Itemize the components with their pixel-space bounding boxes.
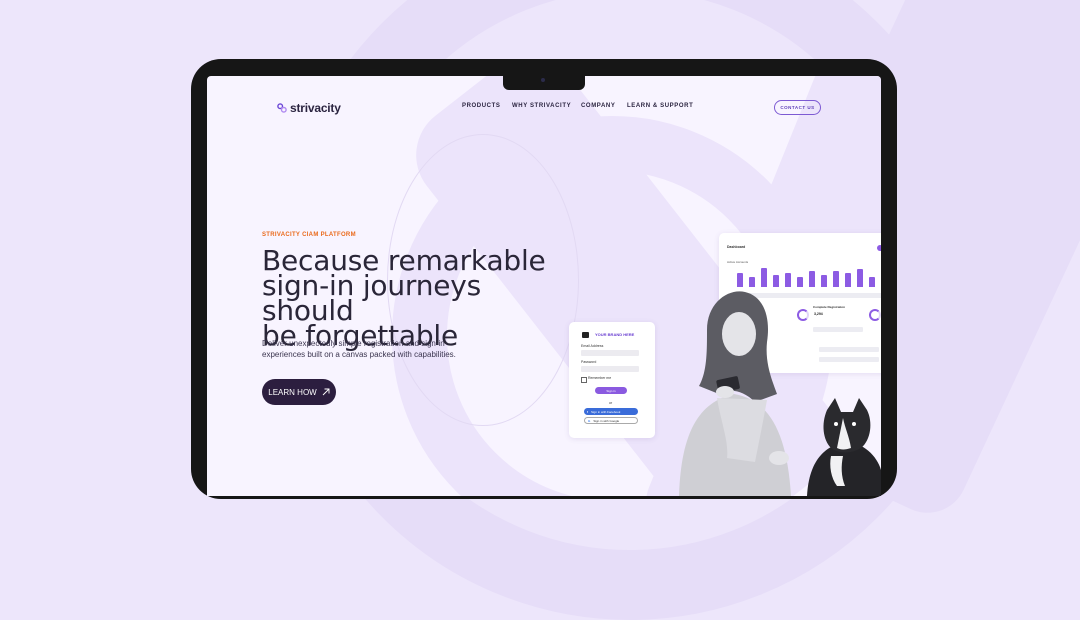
image-placeholder-icon: [582, 332, 589, 338]
arrow-up-right-icon: [322, 388, 330, 396]
headline-line: sign-in journeys should: [262, 269, 482, 327]
nav-products[interactable]: PRODUCTS: [462, 103, 500, 109]
remember-me-checkbox[interactable]: [581, 377, 587, 383]
camera-icon: [541, 78, 545, 82]
chart-bar: [857, 269, 863, 287]
facebook-icon: f: [587, 409, 588, 414]
dashboard-row: [813, 327, 863, 332]
nav-company[interactable]: COMPANY: [581, 103, 615, 109]
contact-us-button[interactable]: CONTACT US: [774, 100, 821, 115]
email-label: Email Address: [581, 344, 604, 348]
brand-placeholder: YOUR BRAND HERE: [595, 332, 635, 337]
nav-why-strivacity[interactable]: WHY STRIVACITY: [512, 103, 571, 109]
site-logo[interactable]: strivacity: [277, 101, 341, 115]
password-field[interactable]: [581, 366, 639, 372]
or-divider: or: [609, 401, 613, 405]
dashboard-row: [819, 347, 879, 352]
dashboard-section-title: Complete Registration: [813, 305, 846, 309]
dashboard-stat: 3,294: [814, 312, 823, 316]
google-signin-label: Sign in with Google: [593, 418, 620, 423]
description-line: experiences built on a canvas packed wit…: [262, 350, 456, 359]
nav-learn-support[interactable]: LEARN & SUPPORT: [627, 103, 693, 109]
remember-me-label: Remember me: [588, 376, 612, 380]
dashboard-title: Dashboard: [727, 245, 746, 249]
dashboard-subtitle: Active Accounts: [727, 260, 749, 264]
logo-text: strivacity: [290, 101, 341, 115]
hero-eyebrow: STRIVACITY CIAM PLATFORM: [262, 232, 356, 238]
chart-bar: [809, 271, 815, 287]
woman-with-card-photo: [679, 291, 791, 496]
hero-description: Deliver unexpectedly simple registration…: [262, 338, 462, 360]
learn-how-label: LEARN HOW: [268, 387, 317, 397]
google-icon: G: [588, 418, 591, 423]
dashboard-donut: [869, 309, 881, 321]
description-line: Deliver unexpectedly simple registration…: [262, 339, 445, 348]
website-screen: strivacity PRODUCTS WHY STRIVACITY COMPA…: [207, 76, 881, 496]
dashboard-avatar: [877, 245, 881, 251]
signin-button[interactable]: Sign in: [595, 387, 627, 394]
strivacity-logo-icon: [277, 103, 287, 113]
dashboard-row: [819, 357, 879, 362]
password-label: Password: [581, 360, 597, 364]
facebook-signin-button[interactable]: f Sign in with Facebook: [584, 408, 638, 415]
chart-bar: [833, 271, 839, 287]
email-field[interactable]: [581, 350, 639, 356]
laptop-notch: [503, 76, 585, 90]
chart-bar: [869, 277, 875, 287]
chart-bar: [821, 275, 827, 287]
dog-photo: [807, 398, 881, 496]
hero-headline: Because remarkable sign-in journeys shou…: [262, 247, 562, 350]
facebook-signin-label: Sign in with Facebook: [591, 409, 621, 414]
google-signin-button[interactable]: G Sign in with Google: [584, 417, 638, 424]
learn-how-button[interactable]: LEARN HOW: [262, 379, 336, 405]
chart-bar: [845, 273, 851, 287]
